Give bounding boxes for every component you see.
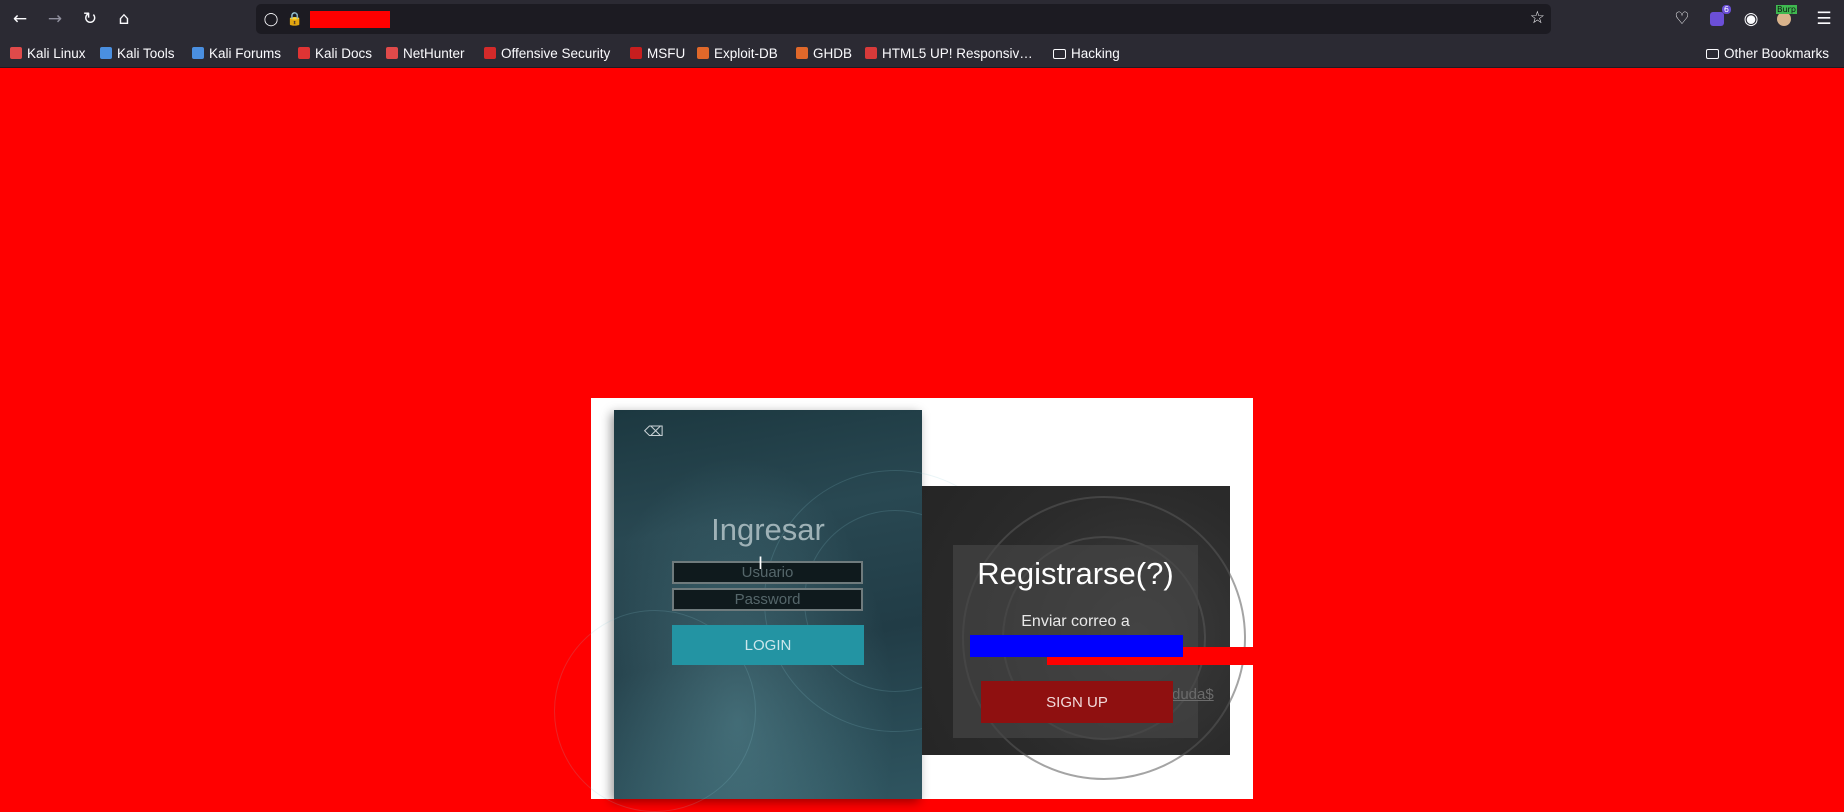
- pocket-icon[interactable]: ♡: [1668, 6, 1696, 32]
- close-icon[interactable]: ⌫: [644, 425, 664, 439]
- bookmark-html5up[interactable]: HTML5 UP! Responsiv…: [865, 44, 1033, 62]
- exploit-db-icon: [697, 47, 709, 59]
- extension-badge: 6: [1721, 5, 1731, 14]
- username-input[interactable]: Usuario: [672, 561, 863, 584]
- kali-forums-icon: [192, 47, 204, 59]
- lock-icon[interactable]: 🔒: [285, 9, 305, 29]
- other-bookmarks[interactable]: Other Bookmarks: [1706, 44, 1829, 62]
- redaction-bar: [1047, 657, 1254, 665]
- bookmark-kali-linux[interactable]: Kali Linux: [10, 44, 86, 62]
- login-button[interactable]: LOGIN: [672, 625, 864, 665]
- folder-icon: [1053, 49, 1066, 59]
- burp-badge: Burp: [1776, 5, 1797, 14]
- dudas-link[interactable]: duda$: [1172, 686, 1214, 703]
- bookmark-kali-forums[interactable]: Kali Forums: [192, 44, 281, 62]
- reload-icon[interactable]: ↻: [76, 6, 104, 32]
- folder-icon: [1706, 49, 1719, 59]
- home-icon[interactable]: ⌂: [110, 6, 138, 32]
- ghdb-icon: [796, 47, 808, 59]
- url-bar[interactable]: ◯ 🔒 ☆: [256, 4, 1551, 34]
- back-icon[interactable]: ←: [6, 6, 34, 32]
- kali-docs-icon: [298, 47, 310, 59]
- kali-dragon-icon: [10, 47, 22, 59]
- browser-toolbar: ← → ↻ ⌂ ◯ 🔒 ☆ ♡ 6 ◉ Burp ☰: [0, 0, 1844, 38]
- register-title: Registrarse(?): [977, 556, 1174, 591]
- bookmark-offensive-security[interactable]: Offensive Security: [484, 44, 610, 62]
- nethunter-icon: [386, 47, 398, 59]
- kali-tools-icon: [100, 47, 112, 59]
- html5up-icon: [865, 47, 877, 59]
- msfu-icon: [630, 47, 642, 59]
- offsec-icon: [484, 47, 496, 59]
- register-subtitle: Enviar correo a: [1021, 613, 1130, 630]
- text-cursor-icon: I: [758, 554, 764, 574]
- signup-button[interactable]: SIGN UP: [981, 681, 1173, 723]
- bookmark-folder-hacking[interactable]: Hacking: [1053, 44, 1120, 62]
- bookmark-star-icon[interactable]: ☆: [1530, 8, 1545, 28]
- burp-extension-icon[interactable]: Burp: [1770, 5, 1798, 32]
- login-title: Ingresar: [711, 512, 825, 547]
- menu-icon[interactable]: ☰: [1810, 6, 1838, 32]
- extension-icon[interactable]: 6: [1703, 5, 1731, 32]
- bookmark-msfu[interactable]: MSFU: [630, 44, 685, 62]
- password-input[interactable]: Password: [672, 588, 863, 611]
- bookmark-nethunter[interactable]: NetHunter: [386, 44, 465, 62]
- spy-extension-icon[interactable]: ◉: [1737, 6, 1765, 32]
- bookmark-exploit-db[interactable]: Exploit-DB: [697, 44, 778, 62]
- email-redacted-block: [970, 635, 1183, 657]
- bookmarks-bar: Kali Linux Kali Tools Kali Forums Kali D…: [0, 38, 1844, 68]
- forward-icon[interactable]: →: [41, 6, 69, 32]
- redaction-bar: [1183, 647, 1254, 657]
- bookmark-kali-docs[interactable]: Kali Docs: [298, 44, 372, 62]
- url-redacted-block: [310, 11, 390, 28]
- shield-icon[interactable]: ◯: [261, 9, 281, 29]
- bookmark-kali-tools[interactable]: Kali Tools: [100, 44, 175, 62]
- bookmark-ghdb[interactable]: GHDB: [796, 44, 852, 62]
